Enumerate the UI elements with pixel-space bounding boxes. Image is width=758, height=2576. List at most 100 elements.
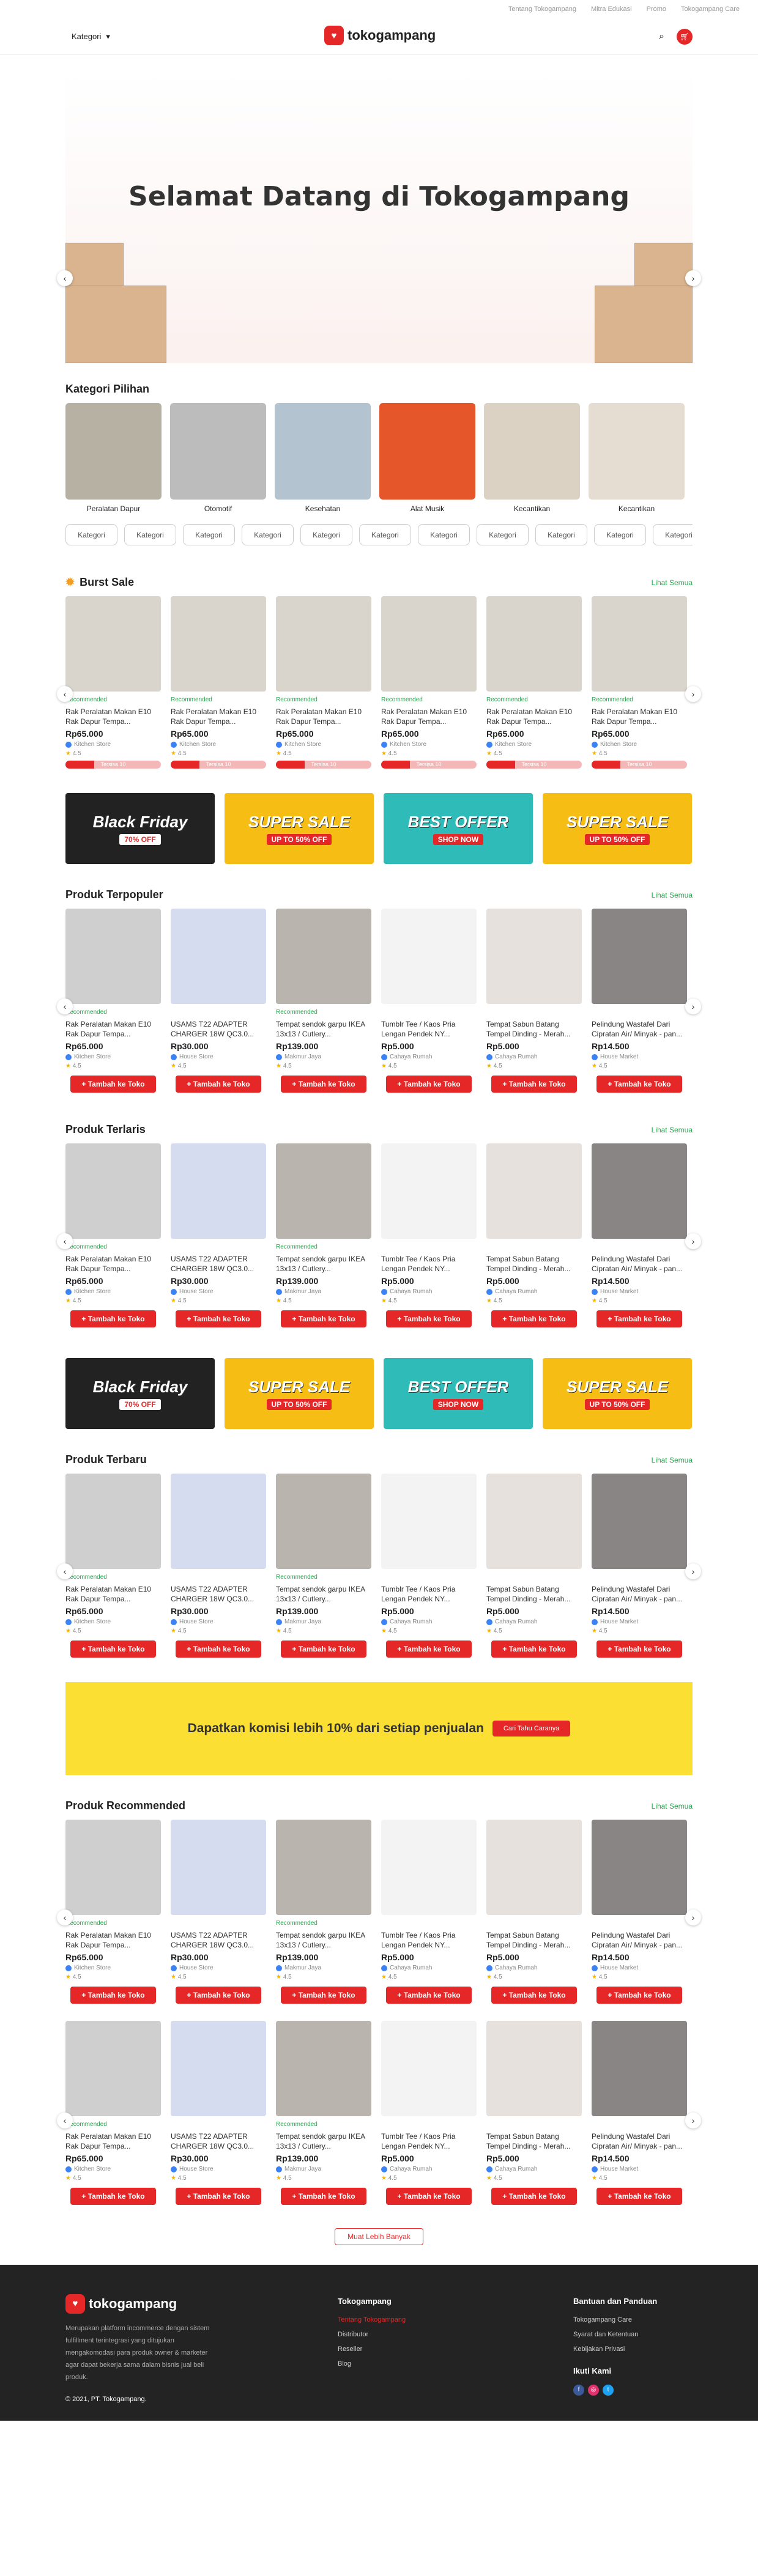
topbar-link[interactable]: Promo <box>647 6 666 13</box>
add-to-store-button[interactable]: + Tambah ke Toko <box>281 1076 366 1093</box>
load-more-button[interactable]: Muat Lebih Banyak <box>335 2228 423 2245</box>
next-button[interactable]: › <box>685 1563 701 1579</box>
product-card[interactable]: Recommended Rak Peralatan Makan E10 Rak D… <box>276 596 371 769</box>
product-card[interactable]: Tempat Sabun Batang Tempel Dinding - Mer… <box>486 1143 582 1327</box>
category-pill[interactable]: Kategori <box>65 524 117 545</box>
kategori-dropdown[interactable]: Kategori ▾ <box>72 32 110 42</box>
product-card[interactable]: Tumblr Tee / Kaos Pria Lengan Pendek NY.… <box>381 1143 477 1327</box>
prev-button[interactable]: ‹ <box>57 2113 73 2128</box>
add-to-store-button[interactable]: + Tambah ke Toko <box>491 2188 577 2205</box>
add-to-store-button[interactable]: + Tambah ke Toko <box>386 1076 472 1093</box>
category-pill[interactable]: Kategori <box>359 524 411 545</box>
next-button[interactable]: › <box>685 1910 701 1925</box>
product-card[interactable]: Pelindung Wastafel Dari Cipratan Air/ Mi… <box>592 909 687 1093</box>
add-to-store-button[interactable]: + Tambah ke Toko <box>70 1987 156 2004</box>
topbar-link[interactable]: Tokogampang Care <box>681 6 740 13</box>
add-to-store-button[interactable]: + Tambah ke Toko <box>596 1076 682 1093</box>
promo-banner-card[interactable]: SUPER SALE UP TO 50% OFF <box>543 1358 692 1429</box>
product-card[interactable]: Recommended Rak Peralatan Makan E10 Rak D… <box>65 1143 161 1327</box>
burst-see-all[interactable]: Lihat Semua <box>652 578 693 587</box>
category-pill[interactable]: Kategori <box>242 524 294 545</box>
product-card[interactable]: Tumblr Tee / Kaos Pria Lengan Pendek NY.… <box>381 909 477 1093</box>
category-card[interactable]: Kesehatan <box>275 403 371 513</box>
product-card[interactable]: USAMS T22 ADAPTER CHARGER 18W QC3.0... Rp… <box>171 2021 266 2205</box>
prev-button[interactable]: ‹ <box>57 1910 73 1925</box>
product-card[interactable]: Tumblr Tee / Kaos Pria Lengan Pendek NY.… <box>381 2021 477 2205</box>
product-card[interactable]: Recommended Tempat sendok garpu IKEA 13x1… <box>276 1820 371 2004</box>
category-card[interactable]: Alat Musik <box>379 403 475 513</box>
add-to-store-button[interactable]: + Tambah ke Toko <box>596 1310 682 1327</box>
add-to-store-button[interactable]: + Tambah ke Toko <box>176 1076 261 1093</box>
footer-link[interactable]: Tentang Tokogampang <box>338 2312 406 2327</box>
add-to-store-button[interactable]: + Tambah ke Toko <box>70 1076 156 1093</box>
product-card[interactable]: Recommended Tempat sendok garpu IKEA 13x1… <box>276 2021 371 2205</box>
product-card[interactable]: Recommended Rak Peralatan Makan E10 Rak D… <box>381 596 477 769</box>
add-to-store-button[interactable]: + Tambah ke Toko <box>491 1310 577 1327</box>
topbar-link[interactable]: Tentang Tokogampang <box>508 6 576 13</box>
product-card[interactable]: Recommended Rak Peralatan Makan E10 Rak D… <box>592 596 687 769</box>
promo-banner-card[interactable]: BEST OFFER SHOP NOW <box>384 1358 533 1429</box>
product-card[interactable]: Recommended Tempat sendok garpu IKEA 13x1… <box>276 909 371 1093</box>
see-all-link[interactable]: Lihat Semua <box>652 1126 693 1134</box>
add-to-store-button[interactable]: + Tambah ke Toko <box>596 1640 682 1658</box>
add-to-store-button[interactable]: + Tambah ke Toko <box>281 2188 366 2205</box>
product-card[interactable]: Recommended Rak Peralatan Makan E10 Rak D… <box>65 1820 161 2004</box>
product-card[interactable]: Tempat Sabun Batang Tempel Dinding - Mer… <box>486 909 582 1093</box>
add-to-store-button[interactable]: + Tambah ke Toko <box>70 1640 156 1658</box>
add-to-store-button[interactable]: + Tambah ke Toko <box>386 1987 472 2004</box>
product-card[interactable]: Recommended Rak Peralatan Makan E10 Rak D… <box>65 596 161 769</box>
product-card[interactable]: Tumblr Tee / Kaos Pria Lengan Pendek NY.… <box>381 1474 477 1658</box>
topbar-link[interactable]: Mitra Edukasi <box>591 6 632 13</box>
product-card[interactable]: Pelindung Wastafel Dari Cipratan Air/ Mi… <box>592 2021 687 2205</box>
product-card[interactable]: Recommended Rak Peralatan Makan E10 Rak D… <box>65 2021 161 2205</box>
add-to-store-button[interactable]: + Tambah ke Toko <box>176 2188 261 2205</box>
see-all-link[interactable]: Lihat Semua <box>652 891 693 899</box>
promo-banner-card[interactable]: Black Friday 70% OFF <box>65 793 215 864</box>
add-to-store-button[interactable]: + Tambah ke Toko <box>491 1076 577 1093</box>
add-to-store-button[interactable]: + Tambah ke Toko <box>491 1640 577 1658</box>
cart-icon[interactable]: 🛒︎ <box>677 28 693 45</box>
twitter-icon[interactable]: t <box>603 2385 614 2396</box>
promo-button[interactable]: Cari Tahu Caranya <box>492 1721 571 1736</box>
promo-banner-card[interactable]: SUPER SALE UP TO 50% OFF <box>225 793 374 864</box>
footer-link[interactable]: Syarat dan Ketentuan <box>573 2327 657 2342</box>
category-pill[interactable]: Kategori <box>300 524 352 545</box>
footer-link[interactable]: Blog <box>338 2356 406 2371</box>
prev-button[interactable]: ‹ <box>57 1563 73 1579</box>
add-to-store-button[interactable]: + Tambah ke Toko <box>386 2188 472 2205</box>
add-to-store-button[interactable]: + Tambah ke Toko <box>176 1310 261 1327</box>
category-card[interactable]: Peralatan Dapur <box>65 403 162 513</box>
footer-link[interactable]: Kebijakan Privasi <box>573 2342 657 2356</box>
category-pill[interactable]: Kategori <box>653 524 693 545</box>
product-card[interactable]: Recommended Rak Peralatan Makan E10 Rak D… <box>65 1474 161 1658</box>
facebook-icon[interactable]: f <box>573 2385 584 2396</box>
category-card[interactable]: Kecantikan <box>484 403 580 513</box>
search-icon[interactable]: ⌕ <box>659 31 664 42</box>
footer-link[interactable]: Tokogampang Care <box>573 2312 657 2327</box>
product-card[interactable]: Tempat Sabun Batang Tempel Dinding - Mer… <box>486 1820 582 2004</box>
product-card[interactable]: Recommended Tempat sendok garpu IKEA 13x1… <box>276 1143 371 1327</box>
category-card[interactable]: Otomotif <box>170 403 266 513</box>
add-to-store-button[interactable]: + Tambah ke Toko <box>281 1640 366 1658</box>
burst-next-button[interactable]: › <box>685 686 701 702</box>
product-card[interactable]: USAMS T22 ADAPTER CHARGER 18W QC3.0... Rp… <box>171 909 266 1093</box>
add-to-store-button[interactable]: + Tambah ke Toko <box>176 1640 261 1658</box>
product-card[interactable]: Tumblr Tee / Kaos Pria Lengan Pendek NY.… <box>381 1820 477 2004</box>
prev-button[interactable]: ‹ <box>57 1233 73 1249</box>
add-to-store-button[interactable]: + Tambah ke Toko <box>386 1640 472 1658</box>
product-card[interactable]: Tempat Sabun Batang Tempel Dinding - Mer… <box>486 2021 582 2205</box>
add-to-store-button[interactable]: + Tambah ke Toko <box>70 1310 156 1327</box>
product-card[interactable]: Recommended Rak Peralatan Makan E10 Rak D… <box>65 909 161 1093</box>
promo-banner-card[interactable]: BEST OFFER SHOP NOW <box>384 793 533 864</box>
see-all-link[interactable]: Lihat Semua <box>652 1802 693 1810</box>
next-button[interactable]: › <box>685 998 701 1014</box>
product-card[interactable]: USAMS T22 ADAPTER CHARGER 18W QC3.0... Rp… <box>171 1143 266 1327</box>
logo[interactable]: ♥ tokogampang <box>324 26 436 45</box>
category-pill[interactable]: Kategori <box>477 524 529 545</box>
category-pill[interactable]: Kategori <box>594 524 646 545</box>
footer-link[interactable]: Reseller <box>338 2342 406 2356</box>
product-card[interactable]: USAMS T22 ADAPTER CHARGER 18W QC3.0... Rp… <box>171 1474 266 1658</box>
add-to-store-button[interactable]: + Tambah ke Toko <box>596 2188 682 2205</box>
footer-link[interactable]: Distributor <box>338 2327 406 2342</box>
product-card[interactable]: Recommended Tempat sendok garpu IKEA 13x1… <box>276 1474 371 1658</box>
